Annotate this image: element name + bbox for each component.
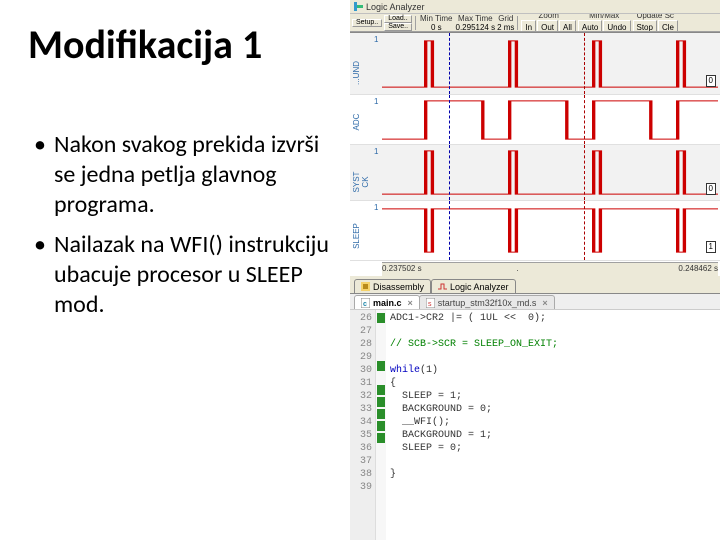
- timescale: 0.237502 s . 0.248462 s: [382, 262, 718, 276]
- line-number-gutter: 2627282930313233343536373839: [350, 310, 376, 540]
- panel-tabbar: Disassembly Logic Analyzer: [350, 278, 720, 294]
- waveform-icon: [382, 201, 718, 260]
- channel-y1: 1: [374, 147, 378, 156]
- separator: [415, 16, 416, 30]
- channel-value: 1: [706, 241, 716, 253]
- channel-value: 0: [706, 183, 716, 195]
- cursor-b[interactable]: [584, 145, 585, 200]
- waveform-area[interactable]: ...UND 1 0 ADC 1: [350, 32, 720, 276]
- cursor-a[interactable]: [449, 33, 450, 94]
- window-titlebar: Logic Analyzer: [350, 0, 720, 14]
- tab-logic-analyzer[interactable]: Logic Analyzer: [431, 279, 516, 293]
- zoom-all-button[interactable]: All: [559, 20, 576, 32]
- line-marker: [377, 313, 385, 323]
- line-marker: [377, 409, 385, 419]
- line-marker: [377, 337, 385, 347]
- load-button[interactable]: Load..: [384, 15, 412, 23]
- asm-file-icon: s: [426, 298, 435, 308]
- waveform-icon: [382, 33, 718, 94]
- close-icon[interactable]: ×: [542, 298, 547, 308]
- analyzer-toolbar: Setup.. Load.. Save.. Min Time 0 s Max T…: [350, 14, 720, 32]
- cursor-a[interactable]: [449, 201, 450, 260]
- channel-label: ...UND: [352, 58, 361, 88]
- c-file-icon: c: [361, 298, 370, 308]
- line-marker: [377, 325, 385, 335]
- page-title: Modifikacija 1: [28, 20, 262, 69]
- zoom-out-button[interactable]: Out: [537, 20, 558, 32]
- channel-y1: 1: [374, 203, 378, 212]
- stop-button[interactable]: Stop: [633, 20, 657, 32]
- line-marker: [377, 349, 385, 359]
- line-marker: [377, 469, 385, 479]
- file-tab-label: main.c: [373, 298, 402, 308]
- tab-label: Disassembly: [373, 282, 424, 292]
- grid-label: Grid: [497, 14, 514, 23]
- window-title: Logic Analyzer: [366, 2, 425, 12]
- waveform-icon: [382, 95, 718, 144]
- save-button[interactable]: Save..: [384, 23, 412, 31]
- setup-button[interactable]: Setup..: [352, 19, 382, 27]
- line-marker: [377, 457, 385, 467]
- line-marker: [377, 361, 385, 371]
- tab-label: Logic Analyzer: [450, 282, 509, 292]
- separator: [517, 16, 518, 30]
- auto-button[interactable]: Auto: [578, 20, 602, 32]
- file-tab-label: startup_stm32f10x_md.s: [438, 298, 537, 308]
- cursor-a[interactable]: [449, 95, 450, 144]
- line-marker: [377, 433, 385, 443]
- file-tab-main-c[interactable]: c main.c ×: [354, 295, 420, 309]
- zoom-in-button[interactable]: In: [521, 20, 536, 32]
- timescale-right: 0.248462 s: [678, 264, 718, 275]
- svg-text:s: s: [428, 301, 432, 308]
- channel-y1: 1: [374, 35, 378, 44]
- logic-analyzer-icon: [438, 282, 447, 291]
- timescale-left: 0.237502 s: [382, 264, 422, 275]
- line-marker: [377, 421, 385, 431]
- svg-text:c: c: [363, 301, 367, 308]
- line-marker: [377, 373, 385, 383]
- close-icon[interactable]: ×: [408, 298, 413, 308]
- logic-analyzer-window: Logic Analyzer Setup.. Load.. Save.. Min…: [350, 0, 720, 540]
- waveform-icon: [382, 145, 718, 200]
- code-content[interactable]: ADC1->CR2 |= ( 1UL << 0); // SCB->SCR = …: [386, 310, 720, 540]
- marker-column: [376, 310, 386, 540]
- clear-button[interactable]: Cle: [658, 20, 678, 32]
- bullet-item: Nakon svakog prekida izvrši se jedna pet…: [34, 130, 344, 220]
- min-time-label: Min Time: [419, 14, 453, 23]
- cursor-b[interactable]: [584, 95, 585, 144]
- bullet-item: Nailazak na WFI() instrukciju ubacuje pr…: [34, 230, 344, 320]
- line-marker: [377, 445, 385, 455]
- code-editor[interactable]: 2627282930313233343536373839 ADC1->CR2 |…: [350, 310, 720, 540]
- bullet-list: Nakon svakog prekida izvrši se jedna pet…: [34, 130, 344, 330]
- cursor-a[interactable]: [449, 145, 450, 200]
- channel-label: ADC: [352, 107, 361, 137]
- line-marker: [377, 397, 385, 407]
- file-tab-startup-s[interactable]: s startup_stm32f10x_md.s ×: [419, 295, 555, 309]
- cursor-b[interactable]: [584, 201, 585, 260]
- channel-label: SLEEP: [352, 221, 361, 251]
- tab-disassembly[interactable]: Disassembly: [354, 279, 431, 293]
- file-tabbar: c main.c × s startup_stm32f10x_md.s ×: [350, 294, 720, 310]
- app-icon: [354, 2, 363, 11]
- min-time-value: 0 s: [431, 23, 442, 32]
- undo-button[interactable]: Undo: [603, 20, 630, 32]
- grid-value: 2 ms: [497, 23, 514, 32]
- disassembly-icon: [361, 282, 370, 291]
- channel-y1: 1: [374, 97, 378, 106]
- cursor-b[interactable]: [584, 33, 585, 94]
- max-time-label: Max Time: [457, 14, 494, 23]
- max-time-value: 0.295124 s: [456, 23, 496, 32]
- channel-label: SYST CK: [352, 167, 370, 197]
- channel-value: 0: [706, 75, 716, 87]
- line-marker: [377, 385, 385, 395]
